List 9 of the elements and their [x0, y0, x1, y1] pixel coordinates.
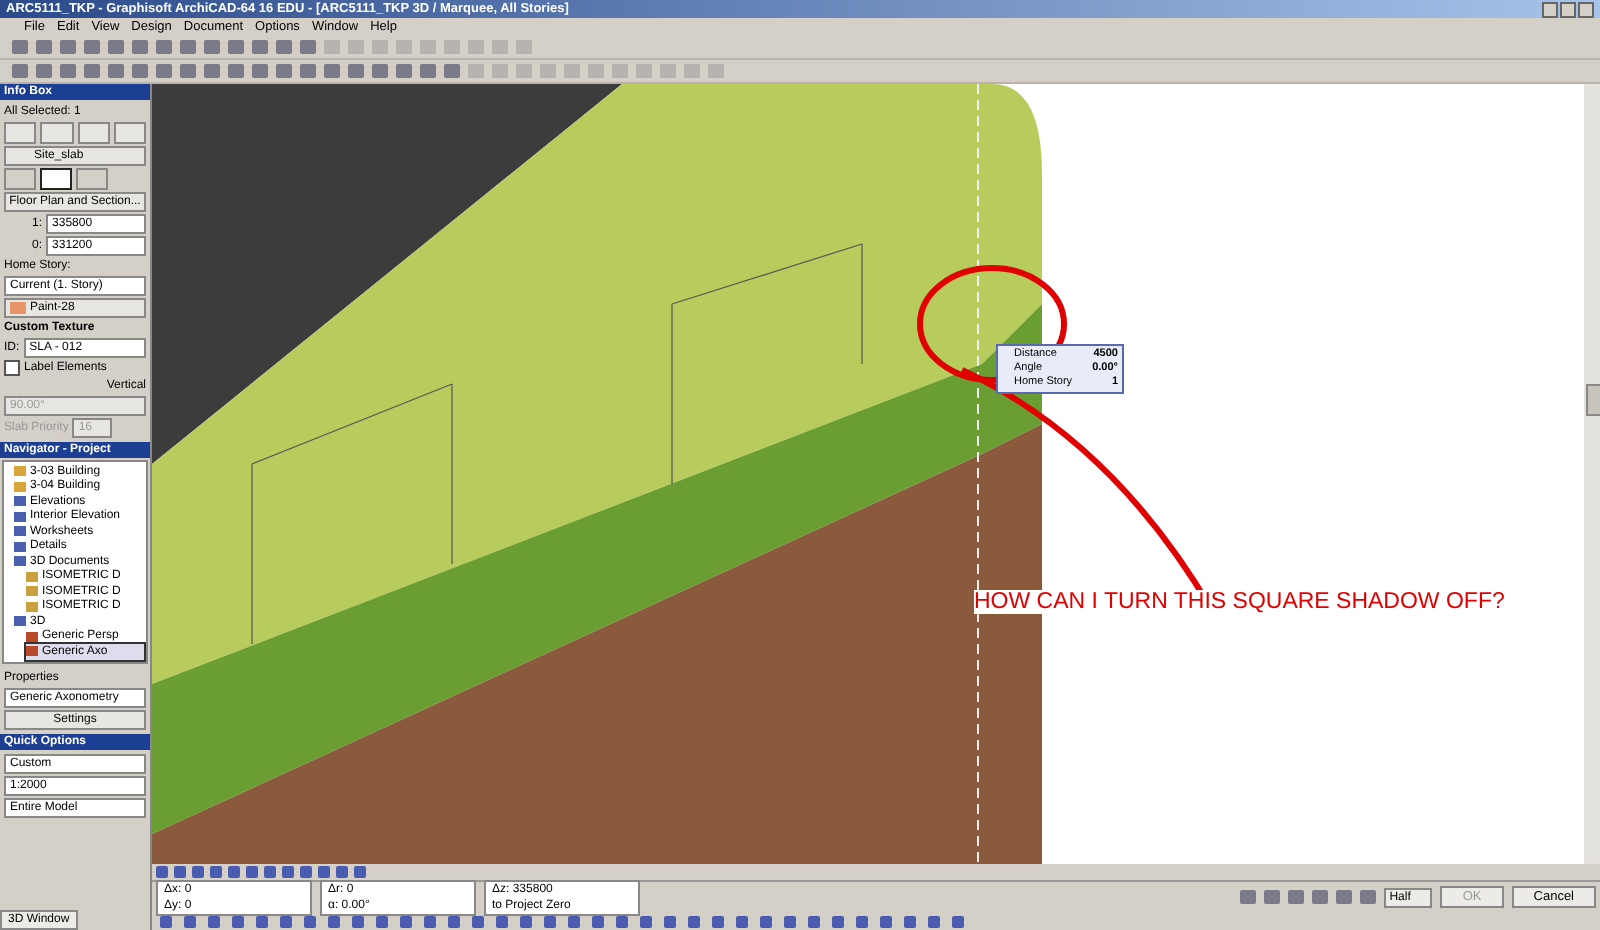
- annotation-text: HOW CAN I TURN THIS SQUARE SHADOW OFF?: [974, 590, 1505, 614]
- vertical-scrollbar[interactable]: [1584, 84, 1600, 864]
- material-swatch: [10, 302, 26, 314]
- tool-icon[interactable]: [77, 122, 110, 144]
- tool-icon[interactable]: [4, 122, 37, 144]
- tool-icon[interactable]: [113, 122, 146, 144]
- geometry-button[interactable]: [40, 168, 72, 190]
- tool-icon[interactable]: [40, 122, 73, 144]
- checkbox[interactable]: [4, 360, 20, 376]
